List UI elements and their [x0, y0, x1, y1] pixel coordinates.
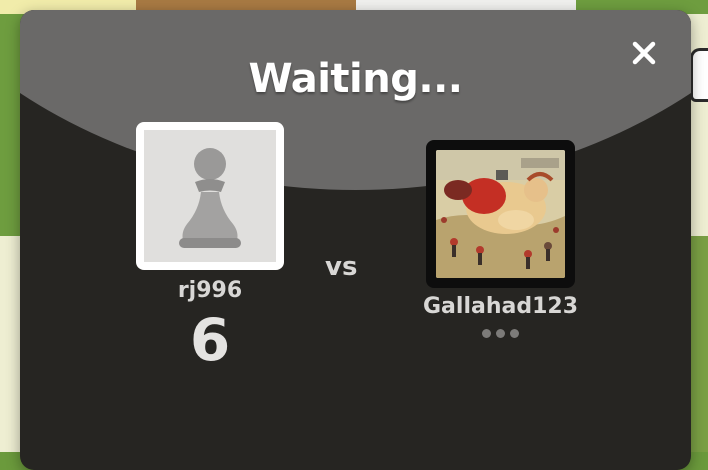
battle-scene-avatar-image: [436, 150, 565, 278]
opponent-username: Gallahad123: [423, 294, 579, 319]
player-card-left: rj996 6: [135, 122, 285, 373]
versus-label: vs: [325, 252, 358, 282]
dialog-title: Waiting...: [248, 56, 463, 102]
typing-dots-icon: [423, 329, 578, 338]
player-username: rj996: [177, 278, 243, 303]
player-score: 6: [189, 306, 231, 374]
avatar[interactable]: [136, 122, 284, 270]
player-card-right: Gallahad123: [423, 140, 578, 338]
board-piece: [690, 48, 708, 102]
avatar[interactable]: [426, 140, 575, 288]
waiting-dialog: Waiting... rj996 6 vs Gallahad123: [20, 10, 691, 470]
pawn-icon: [179, 148, 241, 248]
